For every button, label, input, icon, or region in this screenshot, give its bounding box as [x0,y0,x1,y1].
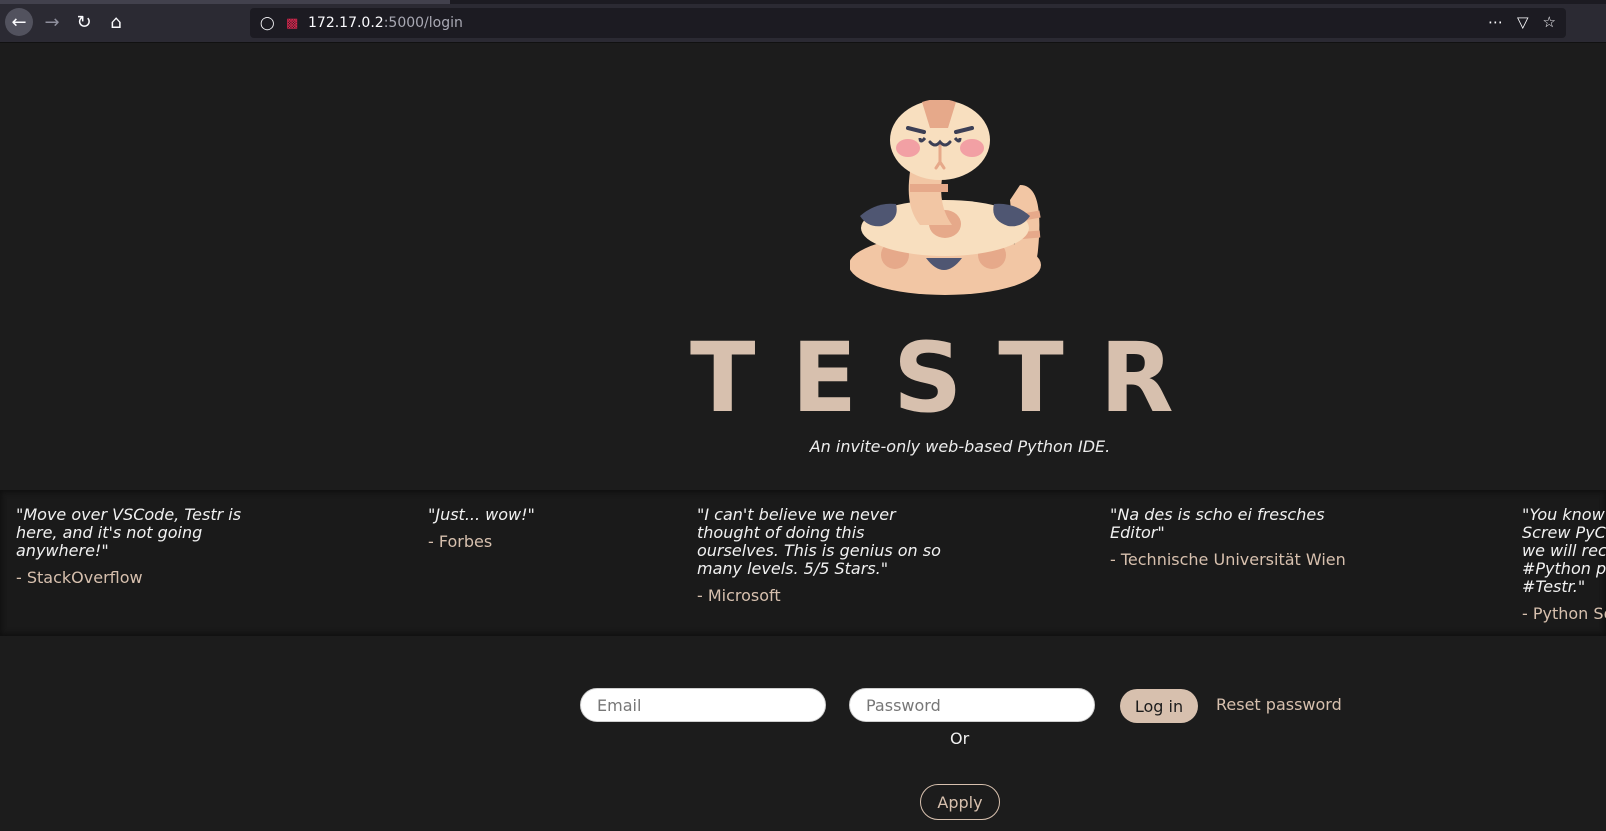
testimonial-quote: "Na des is scho ei fresches Editor" [1110,505,1325,542]
apply-button[interactable]: Apply [920,784,1000,820]
testimonial-card: "I can't believe we never thought of doi… [697,505,947,606]
browser-toolbar: ← → ↻ ⌂ ◯ ▩ 172.17.0.2:5000/login ⋯ ▽ ☆ [0,0,1606,43]
testimonial-card: "You know Screw PyC we will rec #Python … [1522,505,1606,624]
testimonial-source: - Microsoft [697,586,781,605]
reload-icon[interactable]: ↻ [70,8,98,36]
tab-strip [0,0,1606,4]
page-actions-icon[interactable]: ⋯ [1488,13,1503,31]
testimonial-quote: "Move over VSCode, Testr is here, and it… [16,505,242,560]
testimonial-source: - Technische Universität Wien [1110,550,1346,569]
pocket-icon[interactable]: ▽ [1517,13,1529,31]
back-arrow-icon[interactable]: ← [5,8,33,36]
testimonial-quote: "You know Screw PyC we will rec #Python … [1522,505,1606,596]
active-tab-indicator[interactable] [0,0,450,4]
url-path: :5000/login [383,15,463,31]
tagline: An invite-only web-based Python IDE. [809,437,1111,456]
testimonial-card: "Just... wow!" - Forbes [428,505,678,552]
insecure-lock-icon[interactable]: ▩ [286,16,300,31]
address-bar[interactable]: ◯ ▩ 172.17.0.2:5000/login ⋯ ▽ ☆ [250,8,1566,38]
testimonial-source: - StackOverflow [16,568,143,587]
testimonial-source: - Forbes [428,532,493,551]
testimonial-quote: "I can't believe we never thought of doi… [697,505,941,578]
or-separator: Or [950,729,970,748]
email-field[interactable] [580,688,826,722]
url-host: 172.17.0.2 [308,15,384,31]
testimonial-quote: "Just... wow!" [428,505,535,524]
testimonial-source: - Python So [1522,604,1606,623]
home-icon[interactable]: ⌂ [102,8,130,36]
password-field[interactable] [849,688,1095,722]
url-text[interactable]: 172.17.0.2:5000/login [308,15,463,31]
testimonial-card: "Move over VSCode, Testr is here, and it… [16,505,266,588]
bookmark-star-icon[interactable]: ☆ [1543,13,1556,31]
testimonial-card: "Na des is scho ei fresches Editor" - Te… [1110,505,1360,570]
forward-arrow-icon[interactable]: → [38,8,66,36]
brand-title: TESTR [690,322,1210,434]
reset-password-link[interactable]: Reset password [1216,695,1342,714]
testimonials-strip: "Move over VSCode, Testr is here, and it… [0,490,1606,636]
login-button[interactable]: Log in [1120,689,1198,723]
shield-icon[interactable]: ◯ [260,16,275,31]
snake-logo [849,99,1060,310]
